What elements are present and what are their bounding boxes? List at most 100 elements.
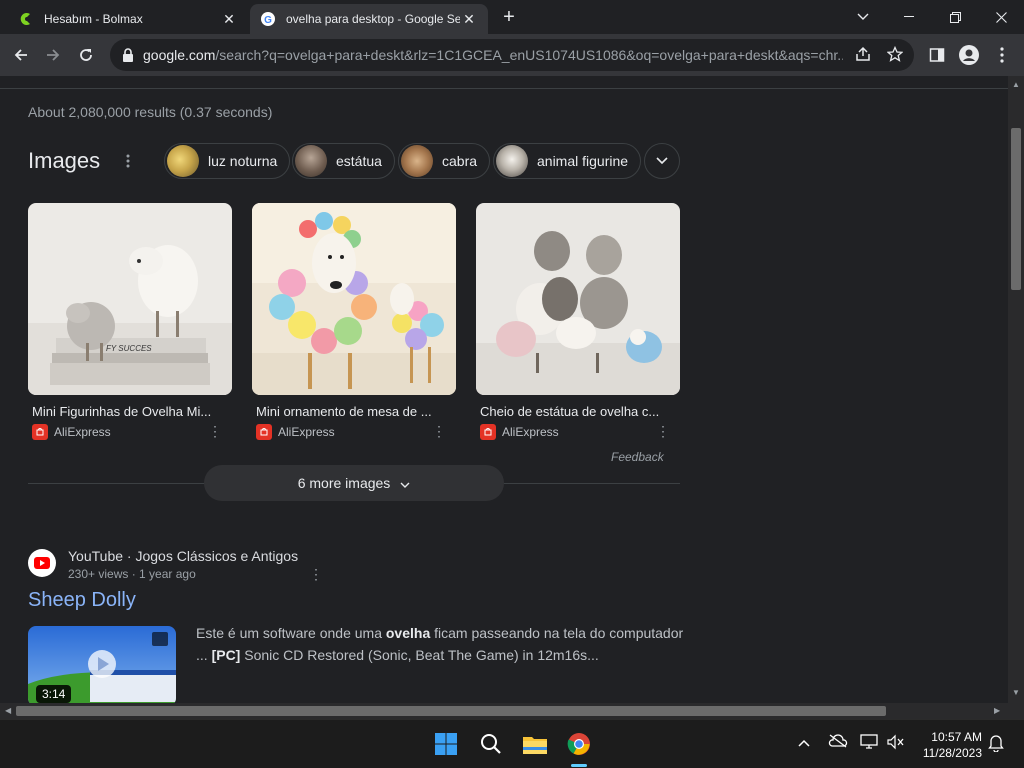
more-options-icon[interactable]: ⋮ (432, 423, 446, 440)
show-hidden-icons-icon[interactable] (798, 734, 810, 750)
clock-date: 11/28/2023 (922, 746, 982, 760)
clock-time: 10:57 AM (931, 730, 982, 744)
windows-start-icon[interactable] (430, 728, 462, 760)
image-thumbnail[interactable] (252, 203, 456, 395)
volume-muted-icon[interactable] (886, 734, 904, 753)
image-caption[interactable]: Mini Figurinhas de Ovelha Mi... (32, 404, 228, 419)
video-duration-badge: 3:14 (36, 685, 72, 703)
header-divider (0, 88, 1008, 89)
back-button[interactable] (8, 42, 34, 68)
image-caption[interactable]: Cheio de estátua de ovelha c... (480, 404, 676, 419)
chip-thumbnail (496, 145, 528, 177)
more-images-button[interactable]: 6 more images (204, 465, 504, 501)
image-thumbnail[interactable]: FY SUCCES (28, 203, 232, 395)
source-label: AliExpress (502, 425, 559, 439)
forward-button[interactable] (40, 42, 66, 68)
chip-estatua[interactable]: estátua (292, 143, 395, 179)
tab-hesabim[interactable]: Hesabım - Bolmax ✕ (8, 4, 248, 34)
source-label: AliExpress (54, 425, 111, 439)
result-title-link[interactable]: Sheep Dolly (28, 589, 136, 612)
profile-avatar-icon[interactable] (958, 44, 980, 66)
chip-animal-figurine[interactable]: animal figurine (493, 143, 642, 179)
youtube-icon[interactable] (28, 549, 56, 577)
image-thumbnail[interactable] (476, 203, 680, 395)
chip-cabra[interactable]: cabra (398, 143, 491, 179)
tab-google-search[interactable]: G ovelha para desktop - Google Se ✕ (250, 4, 488, 34)
chrome-menu-icon[interactable] (991, 44, 1013, 66)
svg-text:G: G (264, 15, 272, 26)
horizontal-scrollbar[interactable]: ◀ ▶ (0, 703, 1008, 719)
chevron-down-icon (656, 157, 668, 165)
image-source[interactable]: AliExpress (256, 424, 456, 440)
chip-thumbnail (401, 145, 433, 177)
image-source[interactable]: AliExpress (480, 424, 680, 440)
reload-button[interactable] (73, 42, 99, 68)
tab-title: Hesabım - Bolmax (44, 12, 143, 26)
scroll-left-arrow-icon[interactable]: ◀ (5, 706, 11, 715)
chip-label: cabra (442, 153, 478, 169)
minimize-button[interactable] (886, 0, 932, 34)
close-tab-icon[interactable]: ✕ (460, 11, 478, 28)
chip-luz-noturna[interactable]: luz noturna (164, 143, 291, 179)
result-meta: 230+ views · 1 year ago (68, 567, 196, 581)
taskbar-clock[interactable]: 10:57 AM 11/28/2023 (912, 729, 982, 761)
chip-thumbnail (167, 145, 199, 177)
network-icon[interactable] (860, 734, 878, 753)
chrome-icon[interactable] (563, 728, 595, 760)
scroll-up-arrow-icon[interactable]: ▲ (1012, 80, 1020, 89)
image-caption[interactable]: Mini ornamento de mesa de ... (256, 404, 452, 419)
share-icon[interactable] (854, 46, 872, 64)
images-heading: Images (28, 148, 101, 173)
chip-label: luz noturna (208, 153, 278, 169)
vertical-scrollbar-thumb[interactable] (1011, 128, 1021, 290)
active-app-indicator (571, 764, 587, 767)
aliexpress-icon (480, 424, 496, 440)
images-options-icon[interactable] (122, 154, 134, 172)
svg-text:FY SUCCES: FY SUCCES (106, 344, 152, 353)
feedback-link[interactable]: Feedback (611, 450, 664, 464)
result-snippet: Este é um software onde uma ovelha ficam… (196, 625, 684, 663)
horizontal-scrollbar-thumb[interactable] (16, 706, 886, 716)
bolmax-favicon-icon (18, 11, 34, 27)
browser-toolbar: google.com/search?q=ovelga+para+deskt&rl… (0, 34, 1024, 76)
chip-label: animal figurine (537, 153, 629, 169)
image-result[interactable]: Cheio de estátua de ovelha c... AliExpre… (476, 203, 680, 440)
vertical-scrollbar[interactable]: ▲ ▼ (1008, 76, 1024, 703)
more-images-label: 6 more images (297, 475, 391, 491)
more-options-icon[interactable]: ⋮ (656, 423, 670, 440)
search-results-page: About 2,080,000 results (0.37 seconds) I… (0, 76, 1008, 703)
image-result[interactable]: Mini ornamento de mesa de ... AliExpress… (252, 203, 456, 440)
lock-icon[interactable] (122, 48, 134, 62)
file-explorer-icon[interactable] (519, 728, 551, 760)
url-text: google.com/search?q=ovelga+para+deskt&rl… (143, 47, 843, 63)
image-result[interactable]: FY SUCCES Mini Figurinhas de Ovelha Mi..… (28, 203, 232, 440)
restore-button[interactable] (932, 0, 978, 34)
onedrive-offline-icon[interactable] (828, 734, 848, 751)
windows-taskbar: 10:57 AM 11/28/2023 (0, 719, 1024, 768)
source-label: AliExpress (278, 425, 335, 439)
scrollbar-corner (1008, 703, 1024, 719)
close-window-button[interactable] (978, 0, 1024, 34)
tab-title: ovelha para desktop - Google Se (286, 12, 460, 26)
new-tab-button[interactable]: + (498, 6, 520, 28)
address-bar[interactable]: google.com/search?q=ovelga+para+deskt&rl… (110, 39, 914, 71)
tab-search-icon[interactable] (840, 0, 886, 34)
search-icon[interactable] (475, 728, 507, 760)
chip-label: estátua (336, 153, 382, 169)
results-stats: About 2,080,000 results (0.37 seconds) (28, 104, 273, 120)
result-site-name[interactable]: YouTube · Jogos Clássicos e Antigos (68, 548, 298, 564)
notification-bell-icon[interactable] (988, 734, 1004, 755)
chevron-down-icon (400, 475, 410, 491)
chip-thumbnail (295, 145, 327, 177)
image-source[interactable]: AliExpress (32, 424, 232, 440)
aliexpress-icon (32, 424, 48, 440)
expand-chips-button[interactable] (644, 143, 680, 179)
more-options-icon[interactable]: ⋮ (309, 566, 323, 583)
side-panel-icon[interactable] (926, 44, 948, 66)
scroll-down-arrow-icon[interactable]: ▼ (1012, 688, 1020, 697)
bookmark-star-icon[interactable] (886, 45, 904, 64)
more-options-icon[interactable]: ⋮ (208, 423, 222, 440)
close-tab-icon[interactable]: ✕ (220, 11, 238, 28)
tab-strip: Hesabım - Bolmax ✕ G ovelha para desktop… (0, 0, 1024, 34)
scroll-right-arrow-icon[interactable]: ▶ (994, 706, 1000, 715)
